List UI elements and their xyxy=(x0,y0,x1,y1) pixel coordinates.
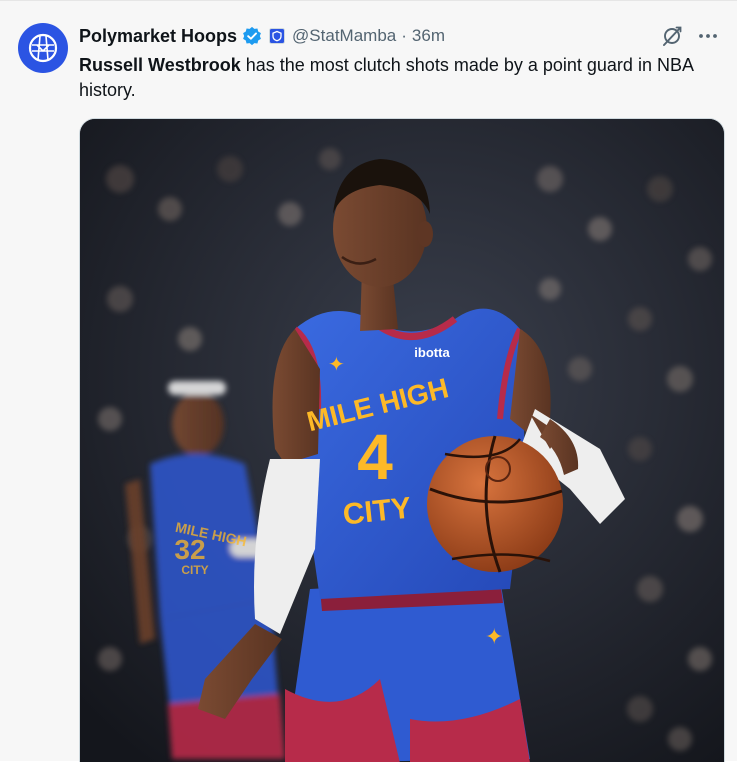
teammate-jersey-text-2: CITY xyxy=(181,563,208,577)
jersey-sponsor: ibotta xyxy=(414,345,450,360)
grok-icon[interactable] xyxy=(661,25,683,47)
verified-badge-icon xyxy=(242,26,262,46)
svg-text:✦: ✦ xyxy=(328,354,345,376)
affiliate-badge-icon[interactable] xyxy=(268,27,286,45)
teammate-jersey-number: 32 xyxy=(174,534,205,565)
tweet-photo[interactable]: MILE HIGH 32 CITY ✦ ibotta ✦ MILE HIGH 4… xyxy=(79,118,725,762)
avatar[interactable] xyxy=(18,23,68,73)
polymarket-logo-icon xyxy=(28,33,58,63)
meta-separator: · xyxy=(401,26,407,45)
svg-text:✦: ✦ xyxy=(485,624,503,649)
basketball-player-photo: MILE HIGH 32 CITY ✦ ibotta ✦ MILE HIGH 4… xyxy=(80,119,724,762)
tweet-card[interactable]: Polymarket Hoops @StatMamba · 36m Russel… xyxy=(0,0,737,762)
post-time[interactable]: 36m xyxy=(412,26,445,46)
tweet-header: Polymarket Hoops @StatMamba · 36m xyxy=(79,25,719,47)
more-icon[interactable] xyxy=(697,25,719,47)
tweet-text: Russell Westbrook has the most clutch sh… xyxy=(79,53,709,103)
header-actions xyxy=(661,25,719,47)
author-name[interactable]: Polymarket Hoops xyxy=(79,26,237,47)
jersey-number: 4 xyxy=(357,421,393,493)
author-handle[interactable]: @StatMamba xyxy=(292,26,396,46)
tweet-text-bold[interactable]: Russell Westbrook xyxy=(79,55,241,75)
